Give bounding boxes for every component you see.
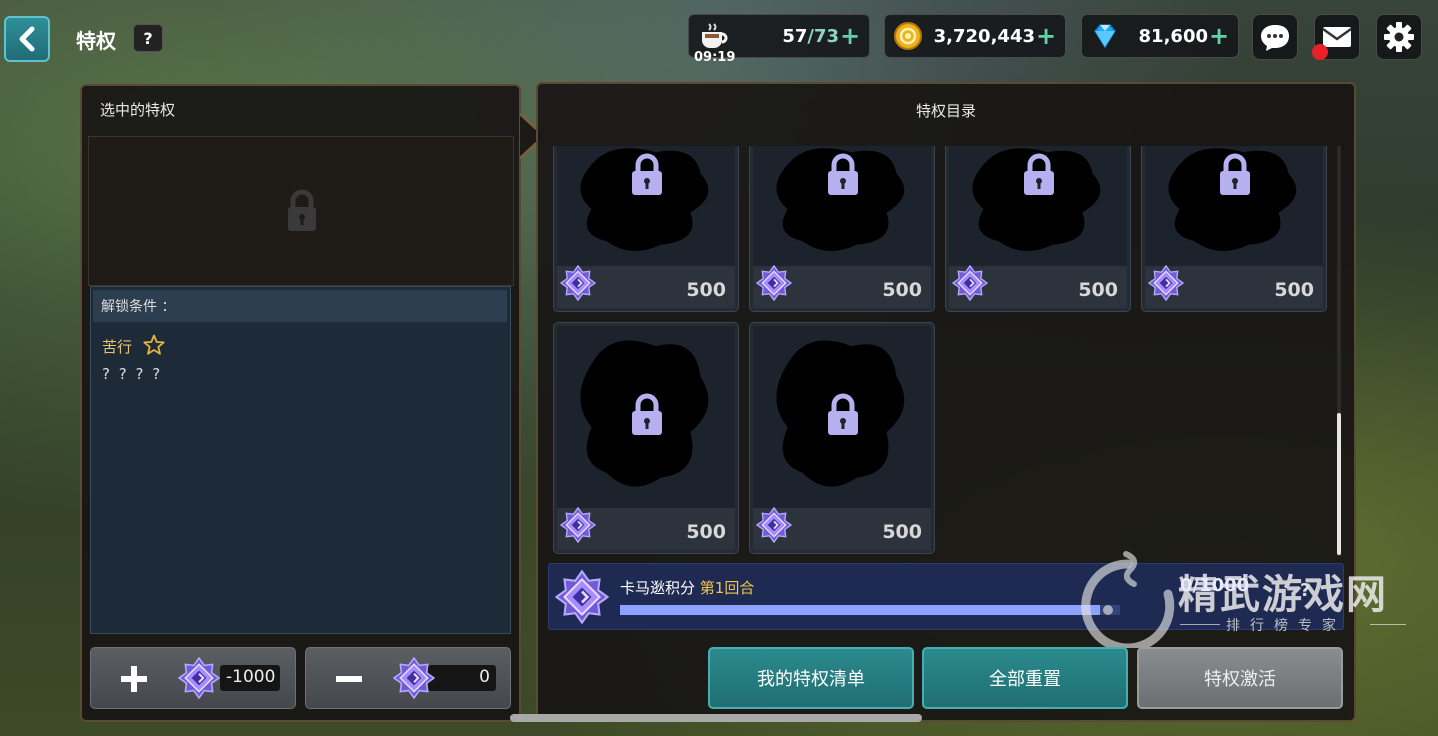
points-label: 卡马逖积分 第1回合 [620, 577, 754, 598]
privilege-card[interactable]: 500 [945, 146, 1131, 312]
privilege-cost: 500 [686, 521, 726, 543]
privilege-card[interactable]: 500 [553, 322, 739, 554]
activate-privilege-button[interactable]: 特权激活 [1137, 647, 1343, 709]
subtract-points-gem-icon [392, 656, 436, 703]
watermark-rule-left [1180, 624, 1220, 625]
chat-bubble-icon [1261, 25, 1289, 51]
points-gem-icon [559, 264, 597, 305]
points-gem-icon [554, 569, 610, 628]
points-gem-icon [755, 506, 793, 547]
lock-icon [825, 153, 861, 201]
condition-name: 苦行 [102, 334, 165, 357]
privilege-catalog-title: 特权目录 [915, 102, 976, 120]
privilege-card[interactable]: 500 [1141, 146, 1327, 312]
settings-button[interactable] [1376, 14, 1422, 60]
stamina-timer: 09:19 [694, 50, 736, 65]
privilege-cost: 500 [1274, 279, 1314, 301]
back-button[interactable] [4, 16, 50, 62]
condition-name-text: 苦行 [102, 338, 133, 356]
points-gem-icon [559, 506, 597, 547]
points-progress-fill [620, 605, 1100, 615]
privilege-cost: 500 [882, 279, 922, 301]
lock-icon [1217, 153, 1253, 201]
watermark-subtext: 排行榜专家 [1226, 618, 1346, 634]
stamina-current: 57 [782, 25, 808, 47]
gear-icon [1384, 22, 1414, 52]
chevron-left-icon [19, 26, 35, 52]
watermark-rule-right [1370, 624, 1406, 625]
lock-icon [288, 189, 316, 231]
home-indicator [510, 714, 922, 722]
plus-icon [121, 666, 147, 692]
points-label-text: 卡马逖积分 [620, 579, 696, 597]
page-title: 特权 [76, 29, 116, 53]
points-gem-icon [755, 264, 793, 305]
points-help-button[interactable]: ? [1300, 580, 1310, 601]
add-points-value: -1000 [220, 665, 280, 691]
coffee-cup-icon [702, 23, 728, 49]
diamond-add-button[interactable]: + [1208, 22, 1230, 50]
lock-icon [629, 393, 665, 441]
reset-all-button[interactable]: 全部重置 [922, 647, 1128, 709]
selected-privilege-title: 选中的特权 [100, 101, 176, 119]
stamina-add-button[interactable]: + [839, 22, 861, 50]
diamond-icon [1094, 24, 1116, 49]
gold-display: 3,720,443 + [884, 14, 1066, 58]
lock-icon [825, 393, 861, 441]
mail-notification-dot [1312, 44, 1328, 60]
points-gem-icon [1147, 264, 1185, 305]
chat-button[interactable] [1252, 14, 1298, 60]
privilege-card[interactable]: 500 [749, 322, 935, 554]
privilege-cost: 500 [1078, 279, 1118, 301]
help-button[interactable]: ? [133, 24, 163, 52]
catalog-scrollbar-thumb[interactable] [1337, 413, 1341, 555]
diamond-value: 81,600 [1138, 25, 1208, 47]
privilege-cost: 500 [882, 521, 922, 543]
condition-description: ? ? ? ? [102, 365, 163, 383]
diamond-display: 81,600 + [1081, 14, 1239, 58]
lock-icon [1021, 153, 1057, 201]
stamina-max: /73 [807, 25, 839, 47]
add-points-gem-icon [177, 656, 221, 703]
privilege-cost: 500 [686, 279, 726, 301]
unlock-conditions-label: 解锁条件 ： [93, 290, 507, 322]
gold-coin-icon [894, 22, 922, 50]
privilege-card[interactable]: 500 [553, 146, 739, 312]
star-outline-icon [143, 334, 165, 355]
lock-icon [629, 153, 665, 201]
privilege-card[interactable]: 500 [749, 146, 935, 312]
points-gem-icon [951, 264, 989, 305]
my-privilege-list-button[interactable]: 我的特权清单 [708, 647, 914, 709]
minus-icon [336, 676, 362, 682]
subtract-points-value: 0 [428, 665, 496, 691]
privilege-grid: 500 500 500 500 500 500 [547, 146, 1343, 556]
points-value: 0/1000 [1180, 575, 1250, 596]
selected-privilege-portrait [88, 136, 514, 286]
gold-add-button[interactable]: + [1035, 22, 1057, 50]
points-round: 第1回合 [699, 579, 755, 597]
gold-value: 3,720,443 [933, 25, 1035, 47]
